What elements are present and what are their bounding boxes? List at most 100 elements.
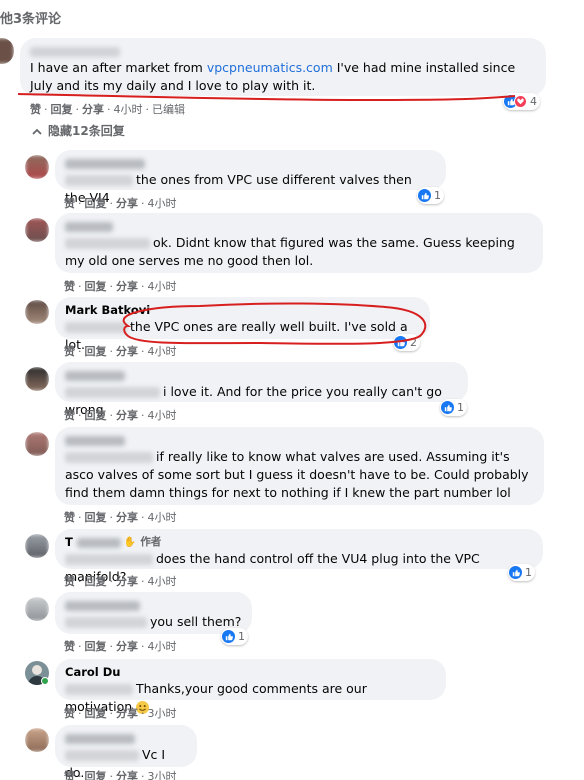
comment-text: ok. Didnt know that figured was the same… <box>65 235 515 268</box>
comment-author[interactable] <box>65 731 187 746</box>
avatar[interactable] <box>25 534 49 558</box>
share-button[interactable]: 分享 <box>116 575 138 588</box>
avatar[interactable] <box>25 728 49 752</box>
reply-button[interactable]: 回复 <box>51 103 73 116</box>
share-button[interactable]: 分享 <box>116 707 138 720</box>
like-button[interactable]: 赞 <box>64 575 75 588</box>
reply-actions: 赞 · 回复 · 分享 · 4小时 <box>64 280 177 293</box>
reply-bubble: Vc I do. <box>55 725 197 780</box>
share-button[interactable]: 分享 <box>82 103 104 116</box>
edited-label: 已编辑 <box>152 103 185 116</box>
share-button[interactable]: 分享 <box>116 640 138 653</box>
like-button[interactable]: 赞 <box>64 345 75 358</box>
like-reaction-icon <box>509 566 522 579</box>
avatar[interactable] <box>25 155 49 179</box>
reaction-summary[interactable]: 4 <box>503 93 540 110</box>
avatar[interactable] <box>25 300 49 324</box>
like-button[interactable]: 赞 <box>64 409 75 422</box>
reply-button[interactable]: 回复 <box>85 575 107 588</box>
timestamp[interactable]: 4小时 <box>148 409 177 422</box>
comment-text: you sell them? <box>65 613 242 631</box>
timestamp[interactable]: 4小时 <box>148 197 177 210</box>
reply-actions: 赞 · 回复 · 分享 · 3小时 <box>64 707 177 720</box>
share-button[interactable]: 分享 <box>116 511 138 524</box>
timestamp[interactable]: 4小时 <box>148 511 177 524</box>
like-button[interactable]: 赞 <box>30 103 41 116</box>
reaction-summary[interactable]: 2 <box>393 334 420 351</box>
reply-bubble: the ones from VPC use different valves t… <box>55 150 446 205</box>
avatar[interactable] <box>25 432 49 456</box>
reaction-summary[interactable]: 1 <box>440 399 467 416</box>
reply-bubble: Carol Du Thanks,your good comments are o… <box>55 659 446 714</box>
hide-replies-label: 隐藏12条回复 <box>48 124 125 138</box>
timestamp[interactable]: 4小时 <box>148 280 177 293</box>
reaction-summary[interactable]: 1 <box>221 628 248 645</box>
vpc-link[interactable]: vpcpneumatics.com <box>207 60 333 75</box>
timestamp[interactable]: 4小时 <box>148 640 177 653</box>
reply-button[interactable]: 回复 <box>85 280 107 293</box>
comment-author[interactable]: Mark Batkovi <box>65 303 420 318</box>
comment-author[interactable] <box>65 368 458 383</box>
comments-header[interactable]: 他3条评论 <box>0 8 61 27</box>
like-button[interactable]: 赞 <box>64 280 75 293</box>
like-button[interactable]: 赞 <box>64 197 75 210</box>
timestamp[interactable]: 4小时 <box>148 345 177 358</box>
waving-hand-icon: ✋ <box>123 537 137 548</box>
reaction-summary[interactable]: 1 <box>417 187 444 204</box>
reply-button[interactable]: 回复 <box>85 707 107 720</box>
comment-author[interactable]: T ✋ 作者 <box>65 535 533 550</box>
reply-bubble: ok. Didnt know that figured was the same… <box>55 213 543 273</box>
reply-bubble: you sell them? <box>55 592 252 634</box>
comment-author[interactable] <box>65 598 242 613</box>
share-button[interactable]: 分享 <box>116 409 138 422</box>
reply-actions: 赞 · 回复 · 分享 · 4小时 <box>64 575 177 588</box>
timestamp[interactable]: 4小时 <box>148 575 177 588</box>
share-button[interactable]: 分享 <box>116 770 138 780</box>
comment-author[interactable] <box>65 433 534 448</box>
avatar[interactable] <box>25 218 49 242</box>
reply-actions: 赞 · 回复 · 分享 · 4小时 <box>64 511 177 524</box>
comment-author[interactable]: Carol Du <box>65 665 436 680</box>
avatar[interactable] <box>0 38 14 64</box>
reply-button[interactable]: 回复 <box>85 409 107 422</box>
reply-button[interactable]: 回复 <box>85 511 107 524</box>
reply-bubble: Mark Batkovi the VPC ones are really wel… <box>55 297 430 352</box>
online-status-dot <box>41 677 49 685</box>
like-reaction-icon <box>394 336 407 349</box>
reply-bubble: if really like to know what valves are u… <box>55 427 544 505</box>
comment-text: I have an after market from vpcpneumatic… <box>30 60 516 93</box>
reply-button[interactable]: 回复 <box>85 197 107 210</box>
reply-button[interactable]: 回复 <box>85 770 107 780</box>
comment-text: if really like to know what valves are u… <box>65 449 529 500</box>
timestamp[interactable]: 3小时 <box>148 770 177 780</box>
like-reaction-icon <box>418 189 431 202</box>
timestamp[interactable]: 4小时 <box>114 103 143 116</box>
hide-replies-toggle[interactable]: 隐藏12条回复 <box>32 122 125 139</box>
reply-actions: 赞 · 回复 · 分享 · 4小时 <box>64 409 177 422</box>
like-button[interactable]: 赞 <box>64 770 75 780</box>
comment-author[interactable] <box>65 156 436 171</box>
like-reaction-icon <box>222 630 235 643</box>
reply-actions: 赞 · 回复 · 分享 · 4小时 <box>64 197 177 210</box>
share-button[interactable]: 分享 <box>116 280 138 293</box>
share-button[interactable]: 分享 <box>116 197 138 210</box>
reply-button[interactable]: 回复 <box>85 345 107 358</box>
heart-reaction-icon <box>514 95 527 108</box>
share-button[interactable]: 分享 <box>116 345 138 358</box>
like-button[interactable]: 赞 <box>64 707 75 720</box>
author-badge: 作者 <box>140 536 162 548</box>
comment-author[interactable] <box>30 44 536 59</box>
timestamp[interactable]: 3小时 <box>148 707 177 720</box>
top-comment-bubble: I have an after market from vpcpneumatic… <box>20 38 546 96</box>
comment-author[interactable] <box>65 219 533 234</box>
reply-actions: 赞 · 回复 · 分享 · 3小时 <box>64 768 177 780</box>
avatar[interactable] <box>25 597 49 621</box>
like-button[interactable]: 赞 <box>64 640 75 653</box>
reply-bubble: i love it. And for the price you really … <box>55 362 468 417</box>
like-button[interactable]: 赞 <box>64 511 75 524</box>
reaction-count: 4 <box>530 95 537 108</box>
reply-actions: 赞 · 回复 · 分享 · 4小时 <box>64 345 177 358</box>
reaction-summary[interactable]: 1 <box>508 564 535 581</box>
reply-button[interactable]: 回复 <box>85 640 107 653</box>
avatar[interactable] <box>25 367 49 391</box>
